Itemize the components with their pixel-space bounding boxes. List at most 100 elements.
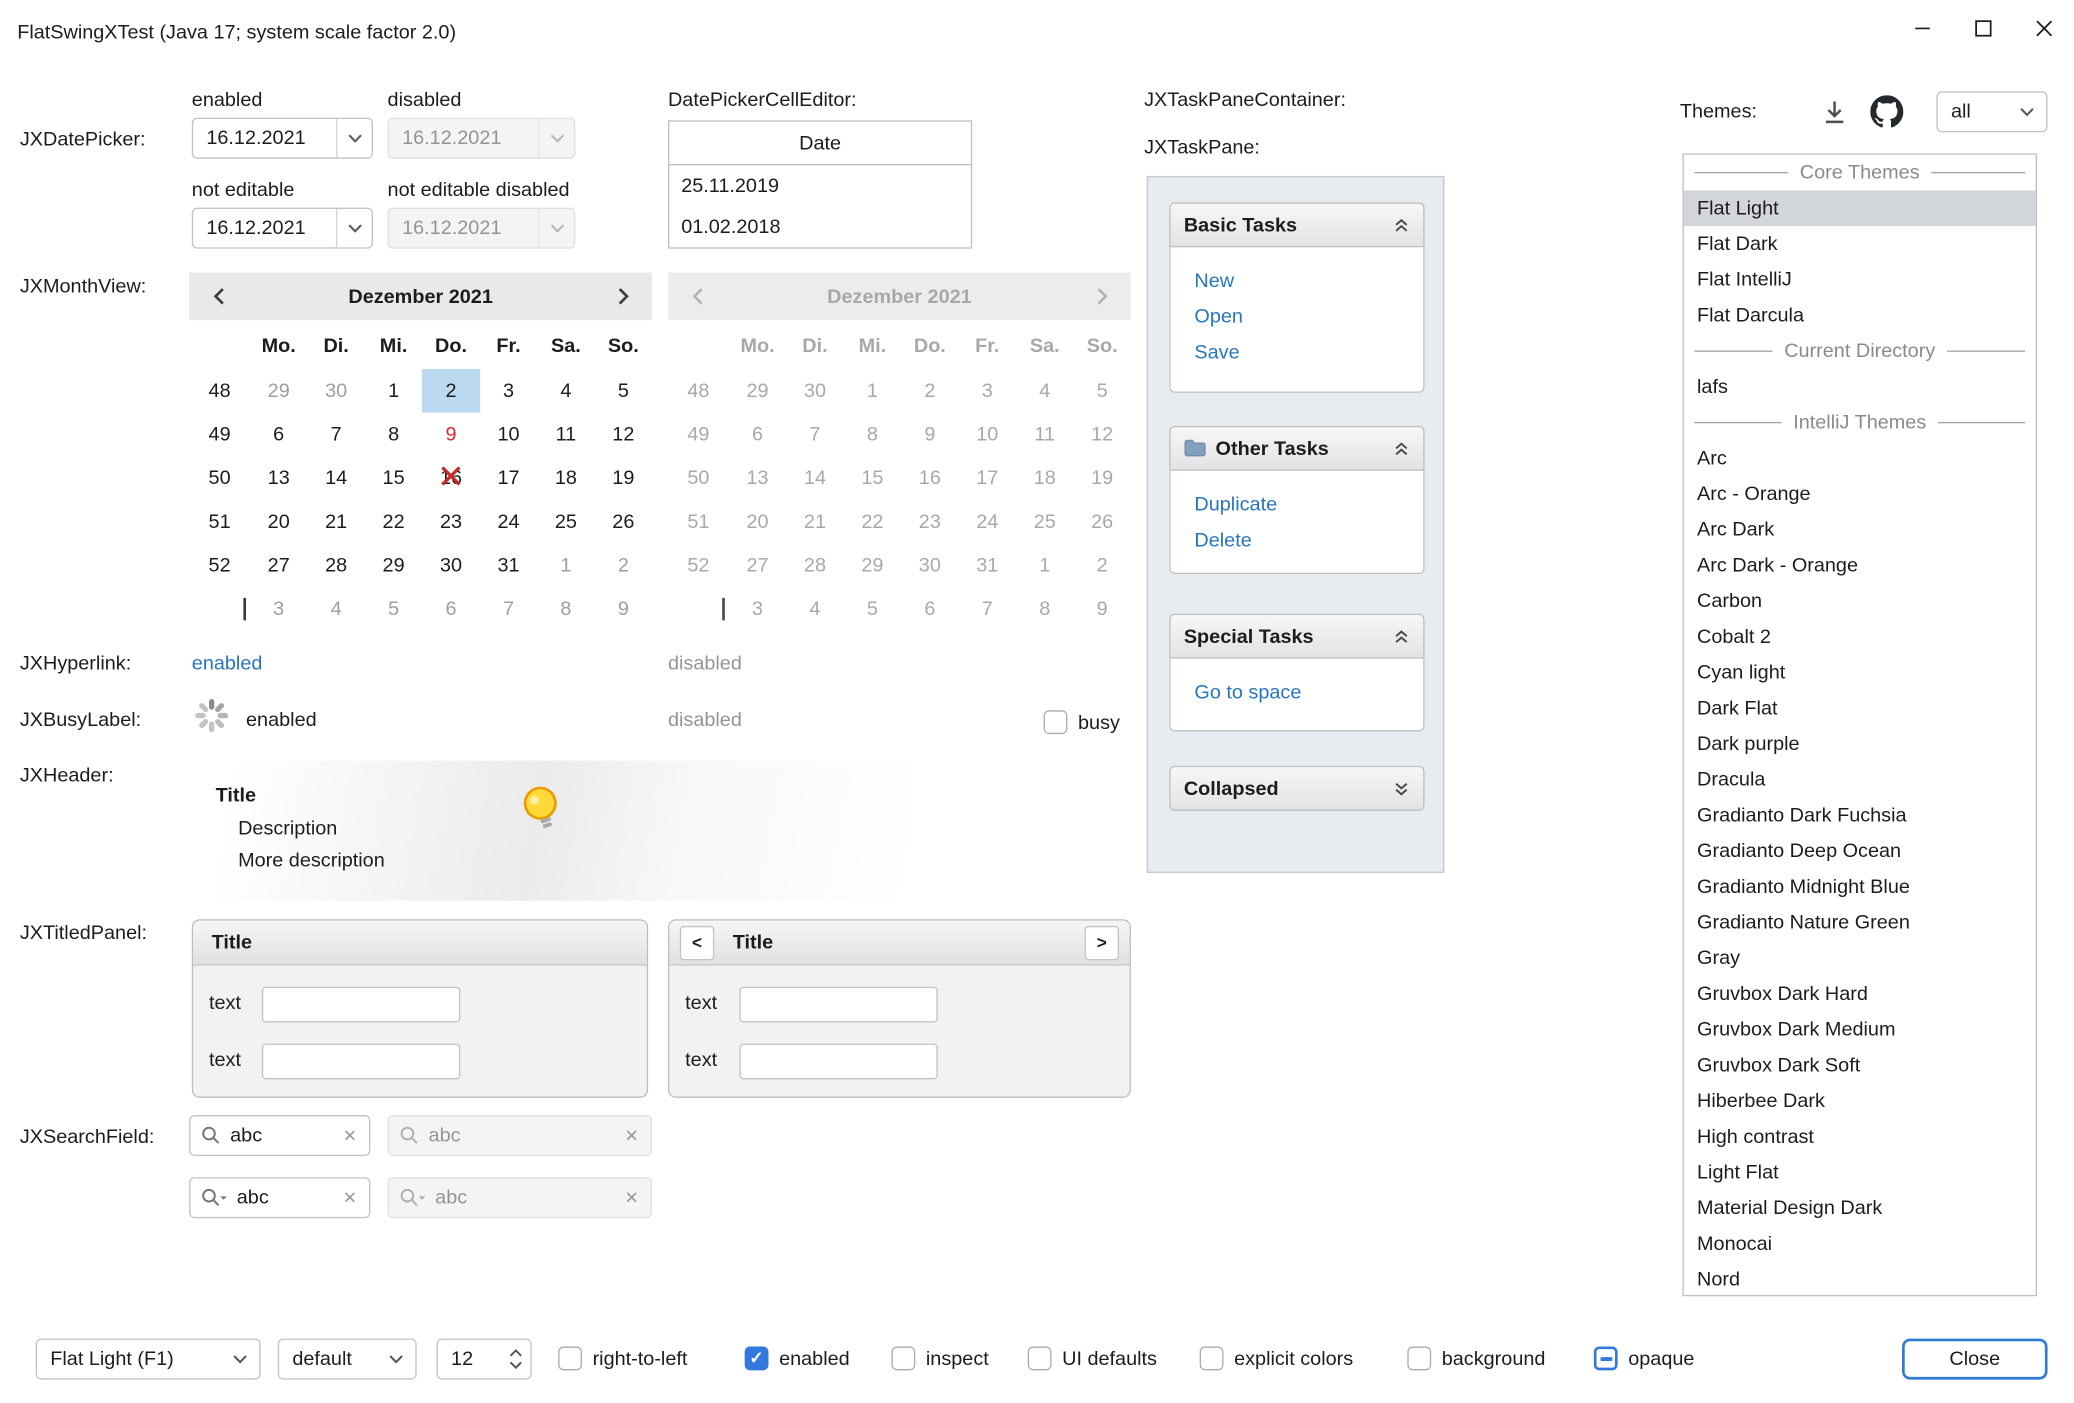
- datepicker-not-editable[interactable]: [192, 208, 373, 249]
- checkbox-inspect[interactable]: inspect: [891, 1343, 988, 1375]
- calendar-day[interactable]: 12: [595, 413, 652, 457]
- theme-list-item[interactable]: Gradianto Dark Fuchsia: [1684, 798, 2036, 834]
- calendar-day[interactable]: 7: [480, 587, 537, 631]
- close-window-button[interactable]: [2013, 0, 2074, 56]
- calendar-day[interactable]: 4: [537, 369, 594, 413]
- calendar-day[interactable]: 24: [480, 500, 537, 544]
- theme-list-item[interactable]: Gradianto Midnight Blue: [1684, 869, 2036, 905]
- checkbox-box[interactable]: [1200, 1347, 1224, 1371]
- theme-list-item[interactable]: lafs: [1684, 369, 2036, 405]
- maximize-button[interactable]: [1952, 0, 2013, 56]
- taskpane-link[interactable]: New: [1194, 263, 1423, 299]
- spinner-up-icon[interactable]: [509, 1349, 522, 1357]
- theme-list-item[interactable]: Dark purple: [1684, 726, 2036, 762]
- theme-list-item[interactable]: Gruvbox Dark Hard: [1684, 976, 2036, 1012]
- search-menu-icon[interactable]: [201, 1188, 227, 1208]
- next-month-button[interactable]: [599, 272, 647, 320]
- theme-list-item[interactable]: Gruvbox Dark Soft: [1684, 1048, 2036, 1084]
- taskpane-header[interactable]: Basic Tasks: [1169, 202, 1424, 247]
- font-size-spinner[interactable]: 12: [436, 1339, 531, 1380]
- checkbox-box[interactable]: [558, 1347, 582, 1371]
- calendar-day[interactable]: 6: [250, 413, 307, 457]
- calendar-day[interactable]: 7: [307, 413, 364, 457]
- calendar-day[interactable]: 1: [365, 369, 422, 413]
- search-field-enabled[interactable]: ✕: [189, 1115, 370, 1156]
- datepicker-input[interactable]: [193, 217, 336, 239]
- calendar-day[interactable]: 4: [307, 587, 364, 631]
- theme-list-item[interactable]: Dracula: [1684, 762, 2036, 798]
- titled-panel-prev-button[interactable]: <: [680, 925, 714, 959]
- calendar-day[interactable]: 16: [422, 456, 479, 500]
- calendar-day[interactable]: 8: [365, 413, 422, 457]
- text-field[interactable]: [739, 987, 937, 1023]
- clear-icon[interactable]: ✕: [343, 1125, 357, 1146]
- github-icon[interactable]: [1870, 95, 1903, 133]
- datepicker-enabled[interactable]: [192, 118, 373, 159]
- theme-list[interactable]: Core ThemesFlat LightFlat DarkFlat Intel…: [1682, 153, 2036, 1296]
- theme-list-item[interactable]: Material Design Dark: [1684, 1190, 2036, 1226]
- calendar-day[interactable]: 19: [595, 456, 652, 500]
- calendar-day[interactable]: 31: [480, 544, 537, 588]
- taskpane-link[interactable]: Go to space: [1194, 675, 1423, 711]
- theme-list-item[interactable]: Arc - Orange: [1684, 476, 2036, 512]
- taskpane-link[interactable]: Delete: [1194, 522, 1423, 558]
- calendar-day[interactable]: 29: [250, 369, 307, 413]
- theme-list-item[interactable]: Nord: [1684, 1262, 2036, 1296]
- checkbox-right-to-left[interactable]: right-to-left: [558, 1343, 687, 1375]
- checkbox-box[interactable]: [1594, 1347, 1618, 1371]
- calendar-day[interactable]: 9: [422, 413, 479, 457]
- close-button[interactable]: Close: [1902, 1339, 2047, 1380]
- theme-list-item[interactable]: Flat Darcula: [1684, 298, 2036, 334]
- theme-list-item[interactable]: Light Flat: [1684, 1155, 2036, 1191]
- clear-icon[interactable]: ✕: [343, 1187, 357, 1208]
- theme-list-item[interactable]: Flat Light: [1684, 190, 2036, 226]
- taskpane-header[interactable]: Other Tasks: [1169, 426, 1424, 471]
- calendar-day[interactable]: 30: [307, 369, 364, 413]
- calendar-day[interactable]: 29: [365, 544, 422, 588]
- taskpane-link[interactable]: Open: [1194, 299, 1423, 335]
- theme-list-item[interactable]: Cyan light: [1684, 655, 2036, 691]
- calendar-day[interactable]: 25: [537, 500, 594, 544]
- date-table-header[interactable]: Date: [669, 122, 971, 166]
- datepicker-dropdown-button[interactable]: [336, 209, 372, 247]
- calendar-day[interactable]: 8: [537, 587, 594, 631]
- calendar-day[interactable]: 10: [480, 413, 537, 457]
- table-row[interactable]: 01.02.2018: [669, 206, 971, 247]
- calendar-day[interactable]: 18: [537, 456, 594, 500]
- taskpane-header[interactable]: Special Tasks: [1169, 614, 1424, 659]
- checkbox-ui-defaults[interactable]: UI defaults: [1028, 1343, 1157, 1375]
- search-field-menu-enabled[interactable]: ✕: [189, 1177, 370, 1218]
- table-row[interactable]: 25.11.2019: [669, 165, 971, 206]
- calendar-day[interactable]: 13: [250, 456, 307, 500]
- calendar-day[interactable]: 14: [307, 456, 364, 500]
- theme-list-item[interactable]: Gruvbox Dark Medium: [1684, 1012, 2036, 1048]
- calendar-day[interactable]: 30: [422, 544, 479, 588]
- calendar-day[interactable]: 23: [422, 500, 479, 544]
- collapse-chevron-up-icon[interactable]: [1393, 440, 1410, 457]
- taskpane-link[interactable]: Save: [1194, 335, 1423, 371]
- theme-list-item[interactable]: Arc Dark - Orange: [1684, 548, 2036, 584]
- calendar-day[interactable]: 26: [595, 500, 652, 544]
- text-field[interactable]: [739, 1044, 937, 1080]
- font-combo[interactable]: default: [278, 1339, 417, 1380]
- themes-filter-combo[interactable]: all: [1936, 91, 2047, 132]
- theme-list-item[interactable]: Arc Dark: [1684, 512, 2036, 548]
- taskpane-link[interactable]: Duplicate: [1194, 487, 1423, 523]
- theme-list-item[interactable]: Hiberbee Dark: [1684, 1083, 2036, 1119]
- checkbox-box[interactable]: [1028, 1347, 1052, 1371]
- theme-list-item[interactable]: Dark Flat: [1684, 690, 2036, 726]
- theme-list-item[interactable]: Flat IntelliJ: [1684, 262, 2036, 298]
- download-icon[interactable]: [1820, 98, 1849, 132]
- calendar-day[interactable]: 28: [307, 544, 364, 588]
- titled-panel-next-button[interactable]: >: [1085, 925, 1119, 959]
- theme-list-item[interactable]: Flat Dark: [1684, 226, 2036, 262]
- theme-list-item[interactable]: Carbon: [1684, 583, 2036, 619]
- minimize-button[interactable]: [1891, 0, 1952, 56]
- calendar-day[interactable]: 5: [595, 369, 652, 413]
- calendar-day[interactable]: 2: [595, 544, 652, 588]
- theme-list-item[interactable]: Gray: [1684, 940, 2036, 976]
- calendar-day[interactable]: 17: [480, 456, 537, 500]
- search-input[interactable]: [228, 1186, 343, 1208]
- calendar-day[interactable]: 6: [422, 587, 479, 631]
- text-field[interactable]: [262, 1044, 460, 1080]
